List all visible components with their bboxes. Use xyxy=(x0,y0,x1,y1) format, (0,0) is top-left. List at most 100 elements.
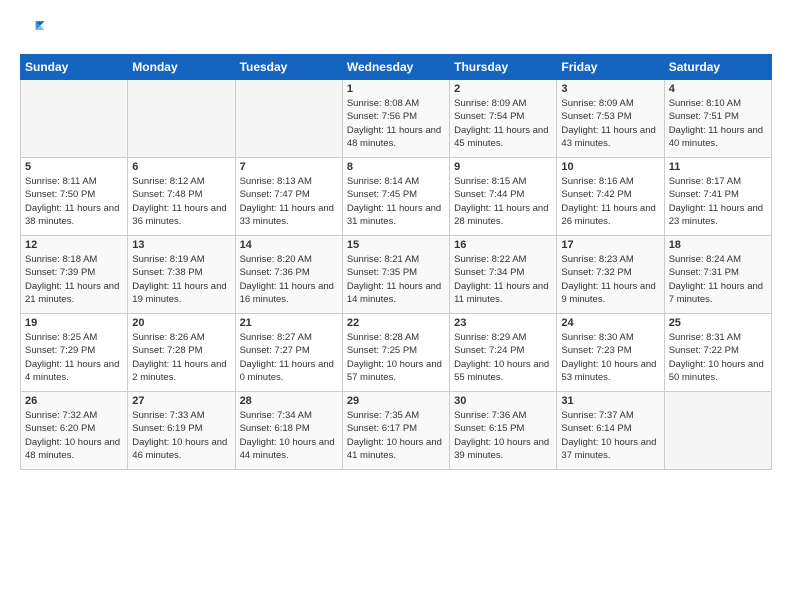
calendar-cell: 2 Sunrise: 8:09 AM Sunset: 7:54 PM Daylig… xyxy=(450,80,557,158)
day-number: 28 xyxy=(240,395,338,407)
calendar-cell: 21 Sunrise: 8:27 AM Sunset: 7:27 PM Dayli… xyxy=(235,314,342,392)
calendar-cell: 3 Sunrise: 8:09 AM Sunset: 7:53 PM Daylig… xyxy=(557,80,664,158)
day-info: Sunrise: 8:16 AM Sunset: 7:42 PM Dayligh… xyxy=(561,175,659,228)
day-info: Sunrise: 8:20 AM Sunset: 7:36 PM Dayligh… xyxy=(240,253,338,306)
day-number: 11 xyxy=(669,161,767,173)
calendar-cell: 11Sunrise: 8:17 AM Sunset: 7:41 PM Dayli… xyxy=(664,158,771,236)
day-info: Sunrise: 7:35 AM Sunset: 6:17 PM Dayligh… xyxy=(347,409,445,462)
calendar-cell: 8Sunrise: 8:14 AM Sunset: 7:45 PM Daylig… xyxy=(342,158,449,236)
calendar-cell: 30Sunrise: 7:36 AM Sunset: 6:15 PM Dayli… xyxy=(450,392,557,470)
day-info: Sunrise: 8:28 AM Sunset: 7:25 PM Dayligh… xyxy=(347,331,445,384)
calendar-header: SundayMondayTuesdayWednesdayThursdayFrid… xyxy=(21,55,772,80)
calendar-cell: 26 Sunrise: 7:32 AM Sunset: 6:20 PM Dayli… xyxy=(21,392,128,470)
day-number: 26 xyxy=(25,395,123,407)
day-number: 22 xyxy=(347,317,445,329)
header-day-sunday: Sunday xyxy=(21,55,128,80)
day-info: Sunrise: 7:32 AM Sunset: 6:20 PM Dayligh… xyxy=(25,409,123,462)
day-info: Sunrise: 8:29 AM Sunset: 7:24 PM Dayligh… xyxy=(454,331,552,384)
week-row-5: 26 Sunrise: 7:32 AM Sunset: 6:20 PM Dayli… xyxy=(21,392,772,470)
calendar-cell: 13 Sunrise: 8:19 AM Sunset: 7:38 PM Dayli… xyxy=(128,236,235,314)
calendar-cell: 23 Sunrise: 8:29 AM Sunset: 7:24 PM Dayli… xyxy=(450,314,557,392)
header-day-friday: Friday xyxy=(557,55,664,80)
calendar-cell: 28 Sunrise: 7:34 AM Sunset: 6:18 PM Dayli… xyxy=(235,392,342,470)
calendar-cell: 5Sunrise: 8:11 AM Sunset: 7:50 PM Daylig… xyxy=(21,158,128,236)
calendar-cell: 4 Sunrise: 8:10 AM Sunset: 7:51 PM Daylig… xyxy=(664,80,771,158)
day-number: 7 xyxy=(240,161,338,173)
header-day-thursday: Thursday xyxy=(450,55,557,80)
calendar-cell: 31Sunrise: 7:37 AM Sunset: 6:14 PM Dayli… xyxy=(557,392,664,470)
day-number: 1 xyxy=(347,83,445,95)
day-number: 2 xyxy=(454,83,552,95)
day-info: Sunrise: 8:27 AM Sunset: 7:27 PM Dayligh… xyxy=(240,331,338,384)
day-info: Sunrise: 8:11 AM Sunset: 7:50 PM Dayligh… xyxy=(25,175,123,228)
calendar-cell: 29 Sunrise: 7:35 AM Sunset: 6:17 PM Dayli… xyxy=(342,392,449,470)
header-day-tuesday: Tuesday xyxy=(235,55,342,80)
day-number: 31 xyxy=(561,395,659,407)
calendar-cell: 16Sunrise: 8:22 AM Sunset: 7:34 PM Dayli… xyxy=(450,236,557,314)
day-info: Sunrise: 8:23 AM Sunset: 7:32 PM Dayligh… xyxy=(561,253,659,306)
day-info: Sunrise: 8:26 AM Sunset: 7:28 PM Dayligh… xyxy=(132,331,230,384)
logo-icon xyxy=(20,16,48,44)
calendar-cell: 25 Sunrise: 8:31 AM Sunset: 7:22 PM Dayli… xyxy=(664,314,771,392)
calendar-cell: 20 Sunrise: 8:26 AM Sunset: 7:28 PM Dayli… xyxy=(128,314,235,392)
calendar-body: 1Sunrise: 8:08 AM Sunset: 7:56 PM Daylig… xyxy=(21,80,772,470)
day-number: 15 xyxy=(347,239,445,251)
header-day-saturday: Saturday xyxy=(664,55,771,80)
day-info: Sunrise: 8:24 AM Sunset: 7:31 PM Dayligh… xyxy=(669,253,767,306)
calendar-cell: 18 Sunrise: 8:24 AM Sunset: 7:31 PM Dayli… xyxy=(664,236,771,314)
logo xyxy=(20,16,52,44)
calendar-cell xyxy=(128,80,235,158)
header-row: SundayMondayTuesdayWednesdayThursdayFrid… xyxy=(21,55,772,80)
day-info: Sunrise: 8:19 AM Sunset: 7:38 PM Dayligh… xyxy=(132,253,230,306)
day-number: 6 xyxy=(132,161,230,173)
day-number: 3 xyxy=(561,83,659,95)
calendar-cell: 12 Sunrise: 8:18 AM Sunset: 7:39 PM Dayli… xyxy=(21,236,128,314)
day-number: 21 xyxy=(240,317,338,329)
day-number: 25 xyxy=(669,317,767,329)
day-number: 17 xyxy=(561,239,659,251)
header xyxy=(20,16,772,44)
day-number: 10 xyxy=(561,161,659,173)
day-number: 8 xyxy=(347,161,445,173)
day-info: Sunrise: 8:10 AM Sunset: 7:51 PM Dayligh… xyxy=(669,97,767,150)
header-day-monday: Monday xyxy=(128,55,235,80)
calendar-cell: 1Sunrise: 8:08 AM Sunset: 7:56 PM Daylig… xyxy=(342,80,449,158)
day-info: Sunrise: 8:25 AM Sunset: 7:29 PM Dayligh… xyxy=(25,331,123,384)
day-number: 24 xyxy=(561,317,659,329)
calendar-cell: 24 Sunrise: 8:30 AM Sunset: 7:23 PM Dayli… xyxy=(557,314,664,392)
week-row-1: 1Sunrise: 8:08 AM Sunset: 7:56 PM Daylig… xyxy=(21,80,772,158)
day-number: 29 xyxy=(347,395,445,407)
day-number: 30 xyxy=(454,395,552,407)
day-number: 13 xyxy=(132,239,230,251)
week-row-4: 19 Sunrise: 8:25 AM Sunset: 7:29 PM Dayli… xyxy=(21,314,772,392)
day-info: Sunrise: 8:21 AM Sunset: 7:35 PM Dayligh… xyxy=(347,253,445,306)
day-number: 9 xyxy=(454,161,552,173)
day-info: Sunrise: 8:15 AM Sunset: 7:44 PM Dayligh… xyxy=(454,175,552,228)
day-info: Sunrise: 8:31 AM Sunset: 7:22 PM Dayligh… xyxy=(669,331,767,384)
day-info: Sunrise: 8:13 AM Sunset: 7:47 PM Dayligh… xyxy=(240,175,338,228)
day-info: Sunrise: 8:09 AM Sunset: 7:54 PM Dayligh… xyxy=(454,97,552,150)
day-number: 20 xyxy=(132,317,230,329)
calendar-table: SundayMondayTuesdayWednesdayThursdayFrid… xyxy=(20,54,772,470)
day-info: Sunrise: 8:18 AM Sunset: 7:39 PM Dayligh… xyxy=(25,253,123,306)
day-info: Sunrise: 7:34 AM Sunset: 6:18 PM Dayligh… xyxy=(240,409,338,462)
calendar-cell: 27Sunrise: 7:33 AM Sunset: 6:19 PM Dayli… xyxy=(128,392,235,470)
day-number: 4 xyxy=(669,83,767,95)
calendar-cell: 9 Sunrise: 8:15 AM Sunset: 7:44 PM Daylig… xyxy=(450,158,557,236)
day-number: 14 xyxy=(240,239,338,251)
day-number: 19 xyxy=(25,317,123,329)
day-info: Sunrise: 8:09 AM Sunset: 7:53 PM Dayligh… xyxy=(561,97,659,150)
page: SundayMondayTuesdayWednesdayThursdayFrid… xyxy=(0,0,792,480)
day-number: 23 xyxy=(454,317,552,329)
calendar-cell: 14 Sunrise: 8:20 AM Sunset: 7:36 PM Dayli… xyxy=(235,236,342,314)
week-row-2: 5Sunrise: 8:11 AM Sunset: 7:50 PM Daylig… xyxy=(21,158,772,236)
calendar-cell: 7 Sunrise: 8:13 AM Sunset: 7:47 PM Daylig… xyxy=(235,158,342,236)
day-number: 12 xyxy=(25,239,123,251)
calendar-cell: 17 Sunrise: 8:23 AM Sunset: 7:32 PM Dayli… xyxy=(557,236,664,314)
calendar-cell: 15 Sunrise: 8:21 AM Sunset: 7:35 PM Dayli… xyxy=(342,236,449,314)
day-info: Sunrise: 8:30 AM Sunset: 7:23 PM Dayligh… xyxy=(561,331,659,384)
calendar-cell: 6Sunrise: 8:12 AM Sunset: 7:48 PM Daylig… xyxy=(128,158,235,236)
day-number: 18 xyxy=(669,239,767,251)
day-number: 27 xyxy=(132,395,230,407)
calendar-cell xyxy=(235,80,342,158)
